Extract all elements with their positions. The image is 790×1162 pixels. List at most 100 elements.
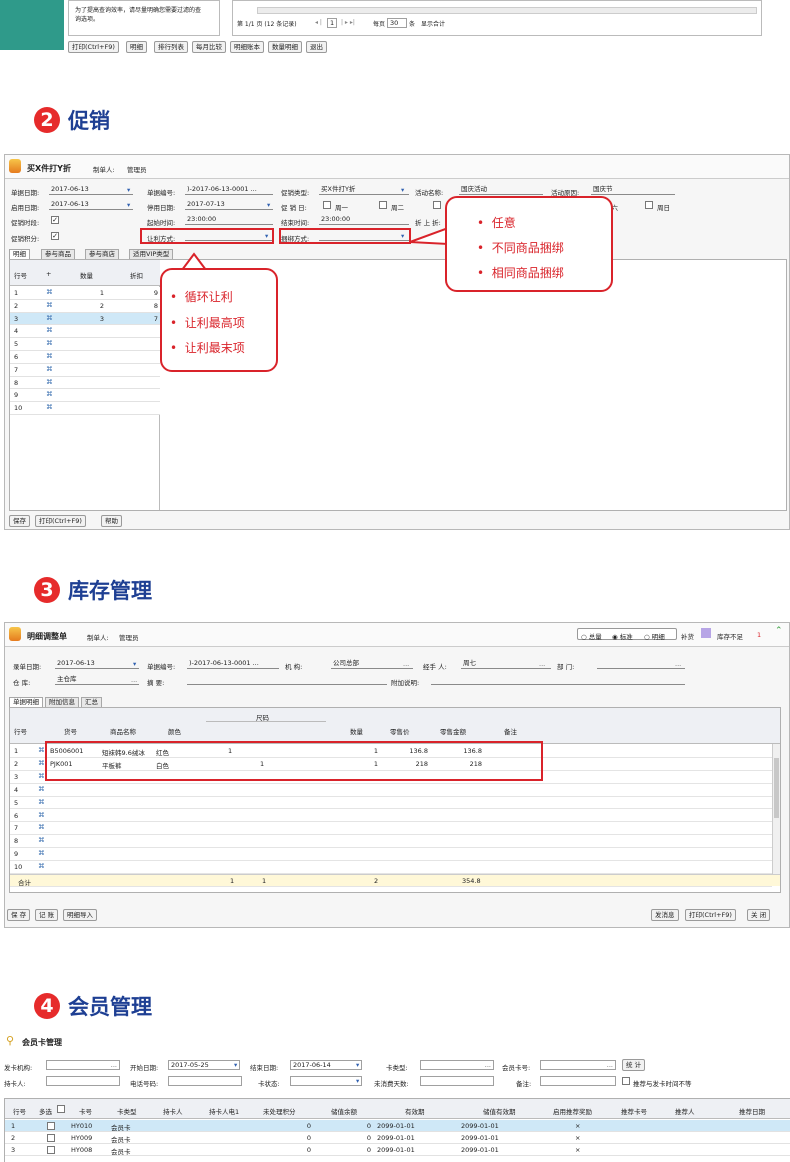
- start-date-input[interactable]: 2017-05-25: [168, 1060, 240, 1070]
- member-row-points[interactable]: 0: [275, 1146, 311, 1154]
- radio-standard[interactable]: ◉ 标准: [612, 631, 633, 641]
- stock-row[interactable]: 9 ⌘: [10, 848, 772, 862]
- tab-stores[interactable]: 参与商店: [85, 249, 119, 259]
- stock-save-button[interactable]: 保 存: [7, 909, 31, 921]
- promo-row[interactable]: 1 ⌘ 1 9: [10, 287, 160, 300]
- issuer-input[interactable]: ...: [46, 1060, 120, 1070]
- member-row-rec-reward[interactable]: ×: [575, 1134, 580, 1142]
- top-monthly-button[interactable]: 每月比较: [192, 41, 226, 53]
- promo-row-plus-icon[interactable]: ⌘: [46, 301, 53, 309]
- weekday-tue-checkbox[interactable]: [379, 201, 387, 209]
- promo-row-qty[interactable]: 3: [58, 315, 104, 323]
- promo-row-plus-icon[interactable]: ⌘: [46, 403, 53, 411]
- promo-period-checkbox[interactable]: ✓: [51, 216, 59, 224]
- promo-row-plus-icon[interactable]: ⌘: [46, 390, 53, 398]
- stock-dept[interactable]: [597, 659, 685, 669]
- recommend-time-checkbox[interactable]: [622, 1077, 630, 1085]
- member-row-balance[interactable]: 0: [335, 1134, 371, 1142]
- stats-button[interactable]: 统 计: [622, 1059, 646, 1071]
- top-scrollbar[interactable]: [257, 7, 757, 14]
- stock-print-button[interactable]: 打印(Ctrl+F9): [685, 909, 736, 921]
- card-no-input[interactable]: ...: [540, 1060, 616, 1070]
- stock-row[interactable]: 4 ⌘: [10, 783, 772, 797]
- promo-row-plus-icon[interactable]: ⌘: [46, 288, 53, 296]
- end-time[interactable]: 23:00:00: [319, 215, 409, 225]
- member-row-checkbox[interactable]: [47, 1122, 55, 1130]
- promo-row-plus-icon[interactable]: ⌘: [46, 314, 53, 322]
- promo-bill-no[interactable]: )-2017-06-13-0001 ...: [185, 185, 273, 195]
- member-row-points[interactable]: 0: [275, 1122, 311, 1130]
- stock-vscroll-thumb[interactable]: [774, 758, 779, 818]
- promo-points-checkbox[interactable]: ✓: [51, 232, 59, 240]
- radio-total[interactable]: ○ 总量: [581, 631, 602, 641]
- promo-row-discount[interactable]: 9: [110, 289, 158, 297]
- member-row-balance[interactable]: 0: [335, 1122, 371, 1130]
- tab-summary[interactable]: 汇总: [81, 697, 102, 707]
- stock-row[interactable]: 7 ⌘: [10, 822, 772, 836]
- card-status-select[interactable]: [290, 1076, 362, 1086]
- start-date-dd[interactable]: ▾: [234, 1061, 237, 1069]
- stock-row-icon[interactable]: ⌘: [38, 759, 45, 767]
- tab-detail[interactable]: 明细: [9, 249, 30, 259]
- promo-row[interactable]: 10 ⌘: [10, 402, 160, 415]
- promo-row-plus-icon[interactable]: ⌘: [46, 339, 53, 347]
- member-row[interactable]: 3 HY008 会员卡 0 0 2099-01-01 2099-01-01 ×: [5, 1144, 790, 1156]
- member-remark-input[interactable]: [540, 1076, 616, 1086]
- promo-row[interactable]: 8 ⌘: [10, 376, 160, 390]
- holder-input[interactable]: [46, 1076, 120, 1086]
- stock-vscrollbar[interactable]: [772, 744, 780, 874]
- promo-row-discount[interactable]: 8: [110, 302, 158, 310]
- member-row-valid[interactable]: 2099-01-01: [377, 1146, 415, 1154]
- member-row-type[interactable]: 会员卡: [111, 1122, 131, 1132]
- member-row-valid[interactable]: 2099-01-01: [377, 1122, 415, 1130]
- promo-row[interactable]: 6 ⌘: [10, 351, 160, 364]
- promo-enable-date-dd[interactable]: ▾: [127, 201, 130, 209]
- promo-stop-date-dd[interactable]: ▾: [267, 201, 270, 209]
- stock-handler-more[interactable]: ...: [539, 660, 545, 668]
- promo-row-qty[interactable]: 2: [58, 302, 104, 310]
- stock-dept-more[interactable]: ...: [675, 660, 681, 668]
- tab-vip-types[interactable]: 适用VIP类型: [129, 249, 174, 259]
- top-pager-next[interactable]: | ▸ ▸|: [341, 19, 355, 26]
- promo-type-dd[interactable]: ▾: [401, 186, 404, 194]
- collapse-icon[interactable]: ⌃: [775, 626, 783, 636]
- stock-summary[interactable]: [187, 675, 387, 685]
- stock-row-icon[interactable]: ⌘: [38, 785, 45, 793]
- stock-row-icon[interactable]: ⌘: [38, 849, 45, 857]
- activity-reason[interactable]: 国庆节: [591, 185, 675, 195]
- stock-row[interactable]: 6 ⌘: [10, 809, 772, 823]
- stock-org-more[interactable]: ...: [403, 660, 409, 668]
- member-row-rec-reward[interactable]: ×: [575, 1146, 580, 1154]
- member-row-rec-reward[interactable]: ×: [575, 1122, 580, 1130]
- stock-warehouse[interactable]: 主仓库: [55, 675, 139, 685]
- card-type-input[interactable]: ...: [420, 1060, 494, 1070]
- promo-row-plus-icon[interactable]: ⌘: [46, 378, 53, 386]
- member-row[interactable]: 2 HY009 会员卡 0 0 2099-01-01 2099-01-01 ×: [5, 1132, 790, 1144]
- promo-row-discount[interactable]: 7: [110, 315, 158, 323]
- member-row-card[interactable]: HY010: [71, 1122, 92, 1130]
- weekday-sun-checkbox[interactable]: [645, 201, 653, 209]
- promo-help-button[interactable]: 帮助: [101, 515, 122, 527]
- stock-handler[interactable]: 周七: [461, 659, 551, 669]
- stock-row[interactable]: 10 ⌘: [10, 861, 772, 874]
- stock-message-button[interactable]: 发消息: [651, 909, 679, 921]
- member-row-valid[interactable]: 2099-01-01: [377, 1134, 415, 1142]
- top-ledger-button[interactable]: 明细账本: [230, 41, 264, 53]
- promo-enable-date[interactable]: 2017-06-13: [49, 200, 133, 210]
- top-pager-nav[interactable]: ◂ |: [315, 19, 322, 26]
- stock-row-icon[interactable]: ⌘: [38, 836, 45, 844]
- tab-extra-info[interactable]: 附加信息: [45, 697, 79, 707]
- stock-org[interactable]: 公司总部: [331, 659, 413, 669]
- top-exit-button[interactable]: 退出: [306, 41, 327, 53]
- stock-close-button[interactable]: 关 闭: [747, 909, 771, 921]
- stock-row-icon[interactable]: ⌘: [38, 798, 45, 806]
- stock-row[interactable]: 8 ⌘: [10, 835, 772, 849]
- tab-bill-detail[interactable]: 单据明细: [9, 697, 43, 707]
- member-row[interactable]: 1 HY010 会员卡 0 0 2099-01-01 2099-01-01 ×: [5, 1120, 790, 1132]
- radio-detail[interactable]: ○ 明细: [644, 631, 665, 641]
- top-per-page-input[interactable]: 30: [387, 18, 407, 28]
- member-row-svalid[interactable]: 2099-01-01: [461, 1134, 499, 1142]
- top-ranking-button[interactable]: 排行列表: [154, 41, 188, 53]
- stock-row-icon[interactable]: ⌘: [38, 862, 45, 870]
- promo-entry-date-dd[interactable]: ▾: [127, 186, 130, 194]
